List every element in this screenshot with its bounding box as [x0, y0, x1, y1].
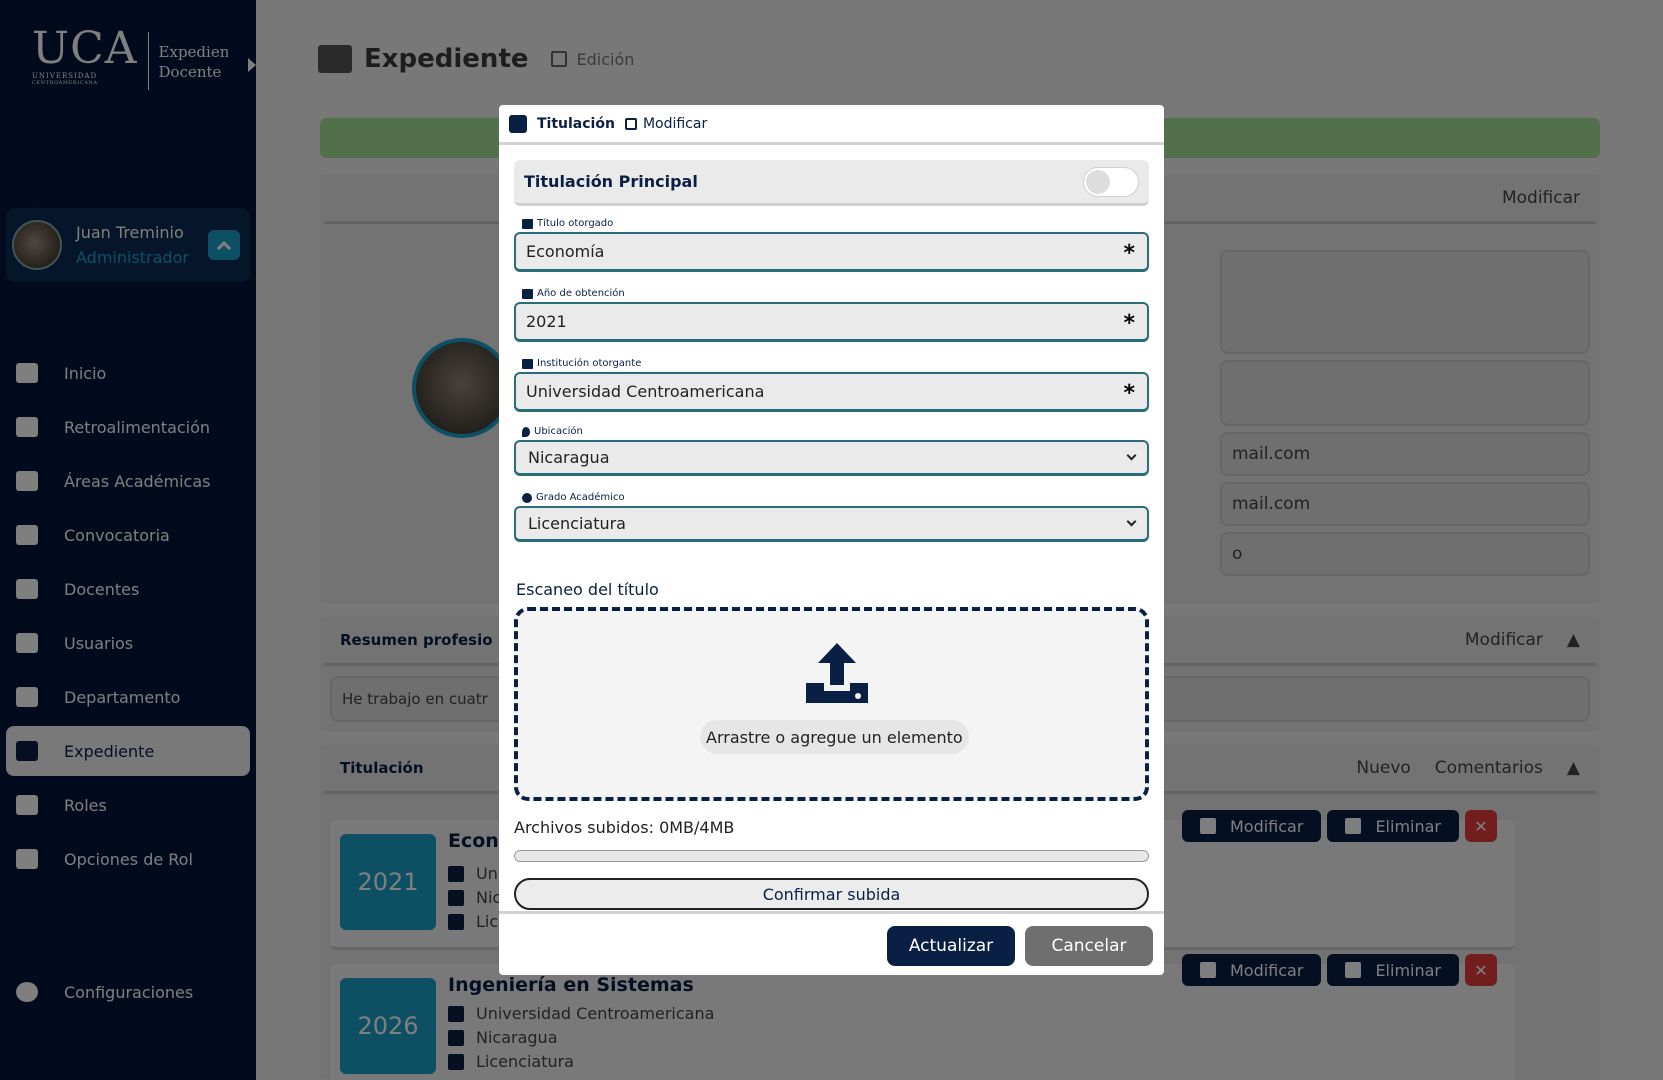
label-text: Grado Académico — [536, 492, 625, 503]
grado-select[interactable]: Licenciatura — [514, 506, 1149, 542]
scan-label: Escaneo del título — [516, 580, 659, 599]
anio-input[interactable]: 2021 * — [514, 302, 1149, 342]
modal-title: Titulación — [537, 115, 615, 132]
principal-toggle[interactable] — [1083, 167, 1139, 197]
university-icon — [522, 358, 533, 369]
graduation-cap-icon — [522, 218, 533, 229]
principal-label: Titulación Principal — [524, 172, 698, 191]
dropzone-text: Arrastre o agregue un elemento — [700, 720, 969, 754]
update-button[interactable]: Actualizar — [887, 926, 1015, 966]
ubicacion-label: Ubicación — [522, 426, 583, 437]
modal-mode: Modificar — [642, 115, 708, 132]
label-text: Año de obtención — [537, 288, 625, 299]
uploaded-files-status: Archivos subidos: 0MB/4MB — [514, 818, 735, 837]
select-value: Nicaragua — [528, 448, 610, 467]
file-dropzone[interactable]: Arrastre o agregue un elemento — [514, 607, 1149, 801]
principal-row: Titulación Principal — [514, 160, 1149, 206]
certificate-icon — [522, 492, 532, 503]
required-asterisk-icon: * — [1123, 381, 1135, 406]
input-value: 2021 — [526, 312, 567, 331]
input-value: Economía — [526, 242, 605, 261]
calendar-icon — [522, 288, 533, 299]
ubicacion-select[interactable]: Nicaragua — [514, 440, 1149, 476]
label-text: Ubicación — [534, 426, 583, 437]
titulo-input[interactable]: Economía * — [514, 232, 1149, 272]
required-asterisk-icon: * — [1123, 241, 1135, 266]
titulacion-modal: Titulación Modificar Titulación Principa… — [499, 105, 1164, 975]
label-text: Título otorgado — [537, 218, 614, 229]
chevron-down-icon — [1126, 516, 1137, 527]
anio-label: Año de obtención — [522, 288, 625, 299]
titulo-label: Título otorgado — [522, 218, 613, 229]
institucion-input[interactable]: Universidad Centroamericana * — [514, 372, 1149, 412]
upload-icon — [806, 643, 868, 703]
confirm-upload-button[interactable]: Confirmar subida — [514, 878, 1149, 910]
select-value: Licenciatura — [528, 514, 626, 533]
user-graduate-icon — [509, 114, 527, 133]
edit-icon — [624, 117, 637, 130]
input-value: Universidad Centroamericana — [526, 382, 765, 401]
modal-header: Titulación Modificar — [499, 105, 1164, 145]
upload-progress-bar — [514, 850, 1149, 862]
required-asterisk-icon: * — [1123, 311, 1135, 336]
map-pin-icon — [522, 426, 530, 437]
grado-label: Grado Académico — [522, 492, 625, 503]
toggle-knob — [1086, 170, 1110, 194]
chevron-down-icon — [1126, 450, 1137, 461]
label-text: Institución otorgante — [537, 358, 642, 369]
modal-footer: Actualizar Cancelar — [499, 911, 1164, 975]
cancel-button[interactable]: Cancelar — [1025, 926, 1153, 966]
institucion-label: Institución otorgante — [522, 358, 641, 369]
